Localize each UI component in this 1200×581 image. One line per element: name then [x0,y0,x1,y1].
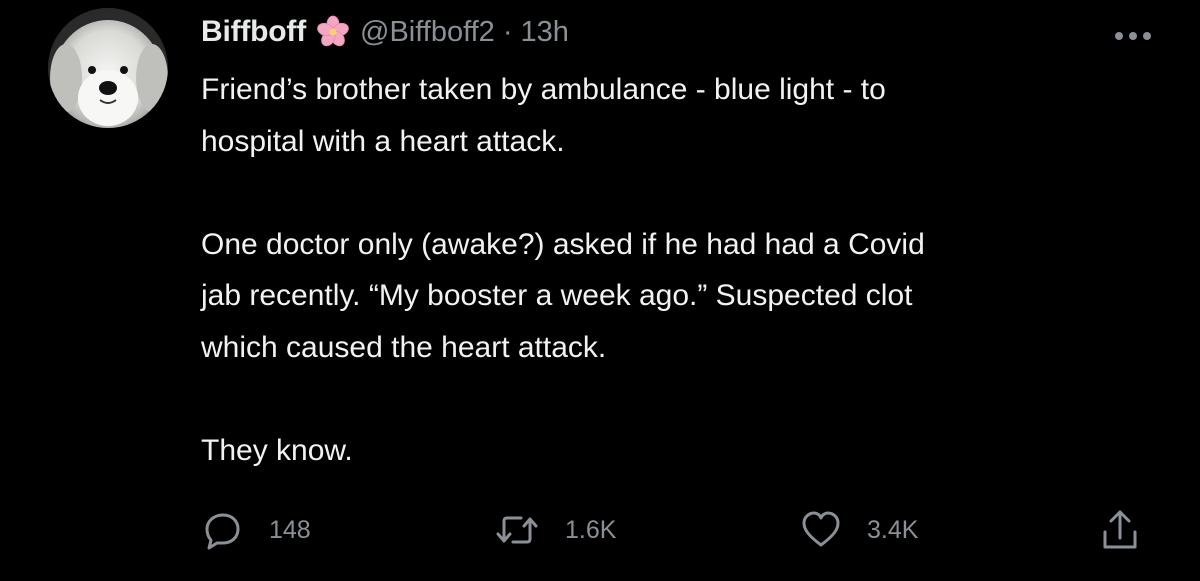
tweet: Biffboff @Biffboff2 · 13h Friend’s broth… [0,0,1200,581]
like-count: 3.4K [867,515,919,544]
tweet-text: Friend’s brother taken by ambulance - bl… [201,64,1161,476]
tweet-line: hospital with a heart attack. [201,124,565,158]
dog-avatar-image [48,8,168,128]
tweet-line: They know. [201,433,353,467]
tweet-line: which caused the heart attack. [201,330,607,364]
display-name[interactable]: Biffboff [201,15,306,49]
action-bar: 148 1.6K 3.4K [0,505,1200,555]
reply-icon [203,510,243,550]
separator-dot: · [502,15,513,48]
timestamp[interactable]: 13h [520,16,568,49]
reply-button[interactable]: 148 [203,505,311,555]
share-button[interactable] [1100,505,1140,555]
tweet-line: One doctor only (awake?) asked if he had… [201,227,925,261]
share-icon [1100,508,1140,552]
like-button[interactable]: 3.4K [801,505,918,555]
retweet-button[interactable]: 1.6K [495,505,616,555]
avatar[interactable] [48,8,168,128]
tweet-line: jab recently. “My booster a week ago.” S… [201,279,913,312]
user-handle[interactable]: @Biffboff2 [360,16,495,49]
tweet-header: Biffboff @Biffboff2 · 13h [201,12,569,52]
reply-count: 148 [269,515,311,544]
retweet-count: 1.6K [565,515,617,544]
retweet-icon [495,510,539,550]
cherry-blossom-icon [316,15,350,49]
tweet-line: Friend’s brother taken by ambulance - bl… [201,73,886,106]
more-icon[interactable] [1114,28,1152,40]
heart-icon [801,510,841,550]
